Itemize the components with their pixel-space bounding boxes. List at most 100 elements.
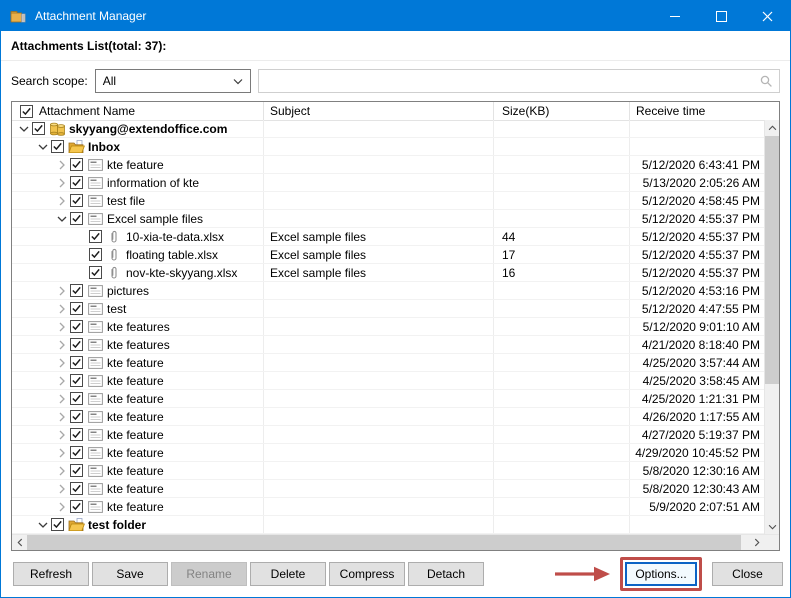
row-checkbox[interactable] — [70, 338, 83, 351]
table-row[interactable]: Excel sample files 5/12/2020 4:55:37 PM — [12, 210, 764, 228]
chevron-right-icon[interactable] — [55, 194, 68, 207]
column-label: Receive time — [636, 104, 706, 118]
message-icon — [86, 212, 104, 225]
table-row[interactable]: kte feature 4/25/2020 1:21:31 PM — [12, 390, 764, 408]
table-row[interactable]: 10-xia-te-data.xlsx Excel sample files 44 5… — [12, 228, 764, 246]
select-all-checkbox[interactable] — [20, 104, 33, 118]
delete-button[interactable]: Delete — [250, 562, 326, 586]
row-checkbox[interactable] — [70, 482, 83, 495]
rename-button: Rename — [171, 562, 247, 586]
chevron-down-icon[interactable] — [36, 518, 49, 531]
search-scope-label: Search scope: — [11, 74, 88, 88]
chevron-right-icon[interactable] — [55, 374, 68, 387]
chevron-right-icon[interactable] — [55, 158, 68, 171]
chevron-right-icon[interactable] — [55, 464, 68, 477]
row-receive-time: 5/12/2020 4:55:37 PM — [641, 211, 760, 226]
table-row[interactable]: kte feature 4/29/2020 10:45:52 PM — [12, 444, 764, 462]
row-checkbox[interactable] — [70, 500, 83, 513]
chevron-right-icon[interactable] — [55, 500, 68, 513]
row-checkbox[interactable] — [70, 428, 83, 441]
close-button[interactable]: Close — [712, 562, 783, 586]
detach-button[interactable]: Detach — [408, 562, 484, 586]
save-button[interactable]: Save — [92, 562, 168, 586]
row-checkbox[interactable] — [70, 284, 83, 297]
table-row[interactable]: kte features 5/12/2020 9:01:10 AM — [12, 318, 764, 336]
row-checkbox[interactable] — [70, 158, 83, 171]
horizontal-scroll-thumb[interactable] — [27, 535, 741, 550]
table-row[interactable]: kte feature 4/27/2020 5:19:37 PM — [12, 426, 764, 444]
titlebar[interactable]: Attachment Manager — [1, 1, 790, 31]
minimize-button[interactable] — [652, 1, 698, 31]
compress-button[interactable]: Compress — [329, 562, 405, 586]
chevron-right-icon[interactable] — [55, 446, 68, 459]
row-checkbox[interactable] — [89, 266, 102, 279]
maximize-button[interactable] — [698, 1, 744, 31]
table-row[interactable]: test file 5/12/2020 4:58:45 PM — [12, 192, 764, 210]
horizontal-scrollbar[interactable] — [12, 534, 779, 550]
row-checkbox[interactable] — [70, 374, 83, 387]
row-checkbox[interactable] — [32, 122, 45, 135]
row-checkbox[interactable] — [70, 464, 83, 477]
row-checkbox[interactable] — [70, 194, 83, 207]
table-row[interactable]: kte feature 5/8/2020 12:30:43 AM — [12, 480, 764, 498]
refresh-button[interactable]: Refresh — [13, 562, 89, 586]
search-input[interactable] — [258, 70, 779, 92]
search-scope-dropdown[interactable]: All — [94, 69, 251, 93]
row-checkbox[interactable] — [70, 410, 83, 423]
table-row[interactable]: test folder — [12, 516, 764, 534]
row-checkbox[interactable] — [89, 248, 102, 261]
row-checkbox[interactable] — [51, 518, 64, 531]
chevron-right-icon[interactable] — [55, 482, 68, 495]
row-checkbox[interactable] — [70, 320, 83, 333]
table-row[interactable]: information of kte 5/13/2020 2:05:26 AM — [12, 174, 764, 192]
chevron-right-icon[interactable] — [55, 410, 68, 423]
chevron-right-icon[interactable] — [55, 320, 68, 333]
scroll-up-icon[interactable] — [765, 120, 779, 135]
table-row[interactable]: nov-kte-skyyang.xlsx Excel sample files 16… — [12, 264, 764, 282]
row-checkbox[interactable] — [70, 356, 83, 369]
table-row[interactable]: Inbox — [12, 138, 764, 156]
row-checkbox[interactable] — [70, 302, 83, 315]
scroll-right-icon[interactable] — [749, 535, 764, 550]
table-row[interactable]: kte feature 4/25/2020 3:57:44 AM — [12, 354, 764, 372]
chevron-right-icon[interactable] — [55, 176, 68, 189]
chevron-right-icon[interactable] — [55, 392, 68, 405]
column-header-size[interactable]: Size(KB) — [494, 102, 630, 120]
row-checkbox[interactable] — [70, 176, 83, 189]
chevron-down-icon[interactable] — [36, 140, 49, 153]
table-row[interactable]: kte features 4/21/2020 8:18:40 PM — [12, 336, 764, 354]
chevron-down-icon[interactable] — [55, 212, 68, 225]
column-header-receive-time[interactable]: Receive time — [630, 102, 779, 120]
scroll-down-icon[interactable] — [765, 519, 779, 534]
vertical-scroll-thumb[interactable] — [765, 136, 779, 385]
column-header-attachment-name[interactable]: Attachment Name — [12, 102, 264, 120]
table-row[interactable]: kte feature 5/8/2020 12:30:16 AM — [12, 462, 764, 480]
table-row[interactable]: test 5/12/2020 4:47:55 PM — [12, 300, 764, 318]
column-header-subject[interactable]: Subject — [264, 102, 494, 120]
row-checkbox[interactable] — [70, 212, 83, 225]
table-row[interactable]: kte feature 5/9/2020 2:07:51 AM — [12, 498, 764, 516]
table-row[interactable]: floating table.xlsx Excel sample files 17 5… — [12, 246, 764, 264]
row-checkbox[interactable] — [51, 140, 64, 153]
row-size — [494, 336, 630, 353]
chevron-right-icon[interactable] — [55, 356, 68, 369]
row-checkbox[interactable] — [70, 446, 83, 459]
table-row[interactable]: kte feature 4/26/2020 1:17:55 AM — [12, 408, 764, 426]
vertical-scrollbar[interactable] — [764, 120, 779, 534]
table-row[interactable]: pictures 5/12/2020 4:53:16 PM — [12, 282, 764, 300]
table-row[interactable]: kte feature 4/25/2020 3:58:45 AM — [12, 372, 764, 390]
scroll-left-icon[interactable] — [12, 535, 27, 550]
options-button[interactable]: Options... — [625, 562, 697, 586]
close-window-button[interactable] — [744, 1, 790, 31]
chevron-right-icon[interactable] — [55, 284, 68, 297]
message-icon — [86, 356, 104, 369]
chevron-right-icon[interactable] — [55, 428, 68, 441]
chevron-right-icon[interactable] — [55, 338, 68, 351]
row-checkbox[interactable] — [89, 230, 102, 243]
search-icon[interactable] — [760, 75, 773, 88]
chevron-right-icon[interactable] — [55, 302, 68, 315]
table-row[interactable]: kte feature 5/12/2020 6:43:41 PM — [12, 156, 764, 174]
table-row[interactable]: skyyang@extendoffice.com — [12, 120, 764, 138]
row-checkbox[interactable] — [70, 392, 83, 405]
chevron-down-icon[interactable] — [17, 122, 30, 135]
